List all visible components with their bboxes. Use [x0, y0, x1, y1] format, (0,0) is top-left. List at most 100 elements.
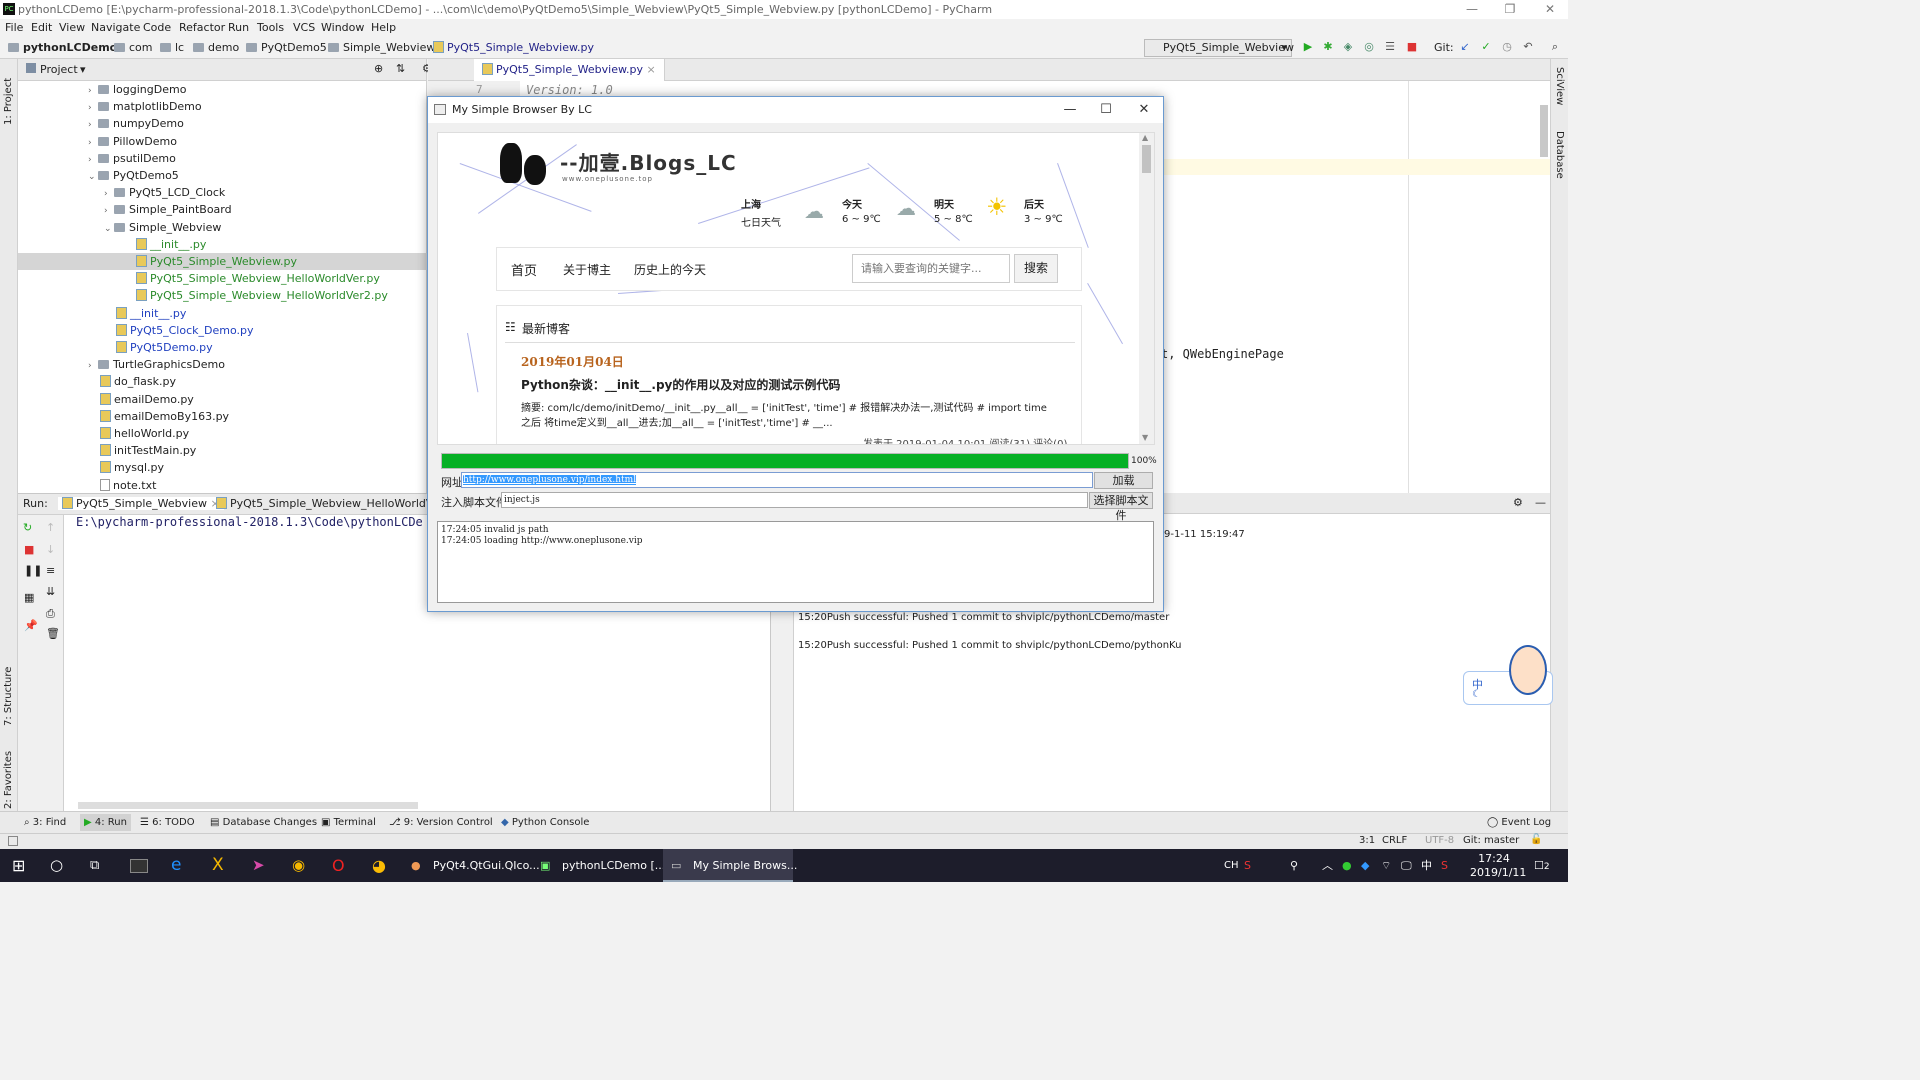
minimize-icon[interactable]: — [1458, 0, 1486, 19]
cortana-search-icon[interactable]: ○ [50, 849, 63, 882]
concurrency-icon[interactable]: ☰ [1383, 40, 1397, 54]
project-tool-button[interactable]: 1: Project [3, 65, 14, 125]
menu-view[interactable]: View [59, 21, 85, 34]
wechat-icon[interactable]: ● [1342, 849, 1352, 882]
print-icon[interactable]: ⎙ [46, 607, 55, 621]
tree-file[interactable]: mysql.py [18, 459, 427, 476]
scroll-to-end-icon[interactable]: ⇊ [46, 585, 55, 598]
tree-folder[interactable]: › PillowDemo [18, 133, 427, 150]
search-icon[interactable]: ⌕ [1548, 40, 1562, 54]
url-input[interactable]: http://www.oneplusone.vip/index.html [461, 472, 1093, 488]
arrow-app-icon[interactable]: ➤ [252, 849, 265, 882]
git-history-icon[interactable]: ◷ [1500, 40, 1514, 54]
nav-home[interactable]: 首页 [511, 260, 537, 279]
lock-icon[interactable]: 🔓 [1530, 834, 1542, 845]
version-control-button[interactable]: ⎇ 9: Version Control [389, 817, 493, 828]
menu-code[interactable]: Code [143, 21, 171, 34]
tree-folder[interactable]: › TurtleGraphicsDemo [18, 356, 427, 373]
up-arrow-icon[interactable]: ↑ [46, 521, 55, 534]
debug-icon[interactable]: ✱ [1321, 40, 1335, 54]
rerun-icon[interactable]: ↻ [23, 521, 32, 534]
site-search-input[interactable] [852, 254, 1010, 283]
close-tab-icon[interactable]: × [646, 63, 655, 76]
site-brand[interactable]: --加壹.Blogs_LC [560, 147, 737, 176]
menu-edit[interactable]: Edit [31, 21, 52, 34]
ime-indicator[interactable]: CH [1224, 849, 1239, 882]
run-icon[interactable]: ▶ [1301, 40, 1315, 54]
trash-icon[interactable]: 🗑 [46, 627, 60, 640]
taskbar-app-pycharm[interactable]: ▣ pythonLCDemo [... [532, 849, 665, 882]
scroll-down-icon[interactable]: ▼ [1142, 433, 1148, 442]
tree-folder[interactable]: ⌄ Simple_Webview [18, 219, 427, 236]
breadcrumb-simple-webview[interactable]: Simple_Webview [328, 41, 435, 54]
hide-pane-icon[interactable]: — [1535, 496, 1546, 509]
settings-gear-icon[interactable]: ⚙ [1513, 496, 1523, 509]
site-search-button[interactable]: 搜索 [1014, 254, 1058, 283]
clock[interactable]: 17:24 2019/1/11 [1470, 849, 1526, 882]
file-encoding[interactable]: UTF-8 [1425, 835, 1454, 846]
network-icon[interactable]: 🖵 [1401, 849, 1412, 882]
todo-tool-button[interactable]: ☰ 6: TODO [140, 817, 195, 828]
menu-window[interactable]: Window [321, 21, 364, 34]
windows-start-icon[interactable]: ⊞ [12, 849, 25, 882]
post-title[interactable]: Python杂谈：__init__.py的作用以及对应的测试示例代码 [521, 376, 840, 393]
tree-file[interactable]: PyQt5_Simple_Webview.py [18, 253, 427, 270]
favorites-tool-button[interactable]: 2: Favorites [3, 739, 14, 809]
menu-refactor[interactable]: Refactor [179, 21, 225, 34]
tray-chevron-icon[interactable]: ︿ [1322, 849, 1333, 882]
task-view-icon[interactable]: ⧉ [90, 849, 99, 882]
tree-folder[interactable]: › Simple_PaintBoard [18, 201, 427, 218]
tree-file[interactable]: PyQt5_Simple_Webview_HelloWorldVer2.py [18, 287, 427, 304]
locate-icon[interactable]: ⊕ [374, 62, 383, 75]
choose-script-button[interactable]: 选择脚本文件 [1089, 492, 1153, 522]
tree-file[interactable]: __init__.py [18, 236, 427, 253]
profile-icon[interactable]: ◎ [1362, 40, 1376, 54]
stop-icon[interactable]: ■ [1405, 40, 1419, 54]
tree-file[interactable]: PyQt5Demo.py [18, 339, 427, 356]
breadcrumb-file[interactable]: PyQt5_Simple_Webview.py [433, 41, 594, 54]
taskbar-app-pyqt4[interactable]: ● PyQt4.QtGui.QIco... [403, 849, 540, 882]
qq-icon[interactable]: ◆ [1361, 849, 1369, 882]
close-icon[interactable]: ✕ [1126, 97, 1162, 123]
stop-icon[interactable]: ■ [24, 543, 34, 556]
tree-file[interactable]: PyQt5_Simple_Webview_HelloWorldVer.py [18, 270, 427, 287]
run-tab-helloworld[interactable]: PyQt5_Simple_Webview_HelloWorldVer2 [216, 497, 451, 510]
code-line[interactable]: Version: 1.0 [526, 83, 613, 97]
scrollbar-thumb[interactable] [1142, 145, 1151, 173]
run-tool-button[interactable]: ▶ 4: Run [80, 814, 131, 831]
sogou-icon[interactable]: S [1244, 849, 1251, 882]
structure-tool-button[interactable]: 7: Structure [3, 654, 14, 726]
sogou-tray-icon[interactable]: S [1441, 849, 1448, 882]
sciview-tool-button[interactable]: SciView [1554, 67, 1565, 105]
tool-window-toggle-icon[interactable] [8, 836, 18, 846]
python-console-button[interactable]: ◆ Python Console [501, 817, 589, 828]
breadcrumb-com[interactable]: com [114, 41, 153, 54]
tree-folder[interactable]: ⌄ PyQtDemo5 [18, 167, 427, 184]
tree-file[interactable]: do_flask.py [18, 373, 427, 390]
database-changes-button[interactable]: ▤ Database Changes [210, 817, 317, 828]
tree-file[interactable]: PyQt5_Clock_Demo.py [18, 322, 427, 339]
taskbar-app-browser[interactable]: ▭ My Simple Brows... [663, 849, 797, 882]
layout-icon[interactable]: ▦ [24, 591, 34, 604]
code-fragment[interactable]: t, QWebEnginePage [1161, 347, 1284, 361]
notification-center-icon[interactable]: ☐2 [1534, 849, 1550, 882]
breadcrumb-project[interactable]: pythonLCDemo [8, 41, 117, 54]
chevron-down-icon[interactable]: ▾ [80, 63, 86, 76]
tree-folder[interactable]: › PyQt5_LCD_Clock [18, 184, 427, 201]
soft-wrap-icon[interactable]: ≡ [46, 564, 55, 577]
tree-file[interactable]: note.txt [18, 477, 427, 494]
breadcrumb-pyqtdemo5[interactable]: PyQtDemo5 [246, 41, 327, 54]
wifi-icon[interactable]: ⌔ [1381, 849, 1391, 882]
tree-file[interactable]: helloWorld.py [18, 425, 427, 442]
restore-icon[interactable]: ❐ [1496, 0, 1524, 19]
git-branch[interactable]: Git: master [1463, 835, 1519, 846]
script-input[interactable]: inject.js [501, 492, 1088, 508]
web-scrollbar[interactable]: ▲ ▼ [1139, 133, 1154, 444]
pause-icon[interactable]: ❚❚ [24, 564, 42, 577]
load-button[interactable]: 加载 [1094, 472, 1153, 489]
git-commit-icon[interactable]: ✓ [1479, 40, 1493, 54]
web-view[interactable]: --加壹.Blogs_LC www.oneplusone.top 上海 七日天气… [437, 132, 1155, 445]
down-arrow-icon[interactable]: ↓ [46, 543, 55, 556]
language-indicator[interactable]: 中 [1421, 849, 1432, 882]
chrome-browser-icon[interactable]: ◕ [372, 849, 386, 882]
